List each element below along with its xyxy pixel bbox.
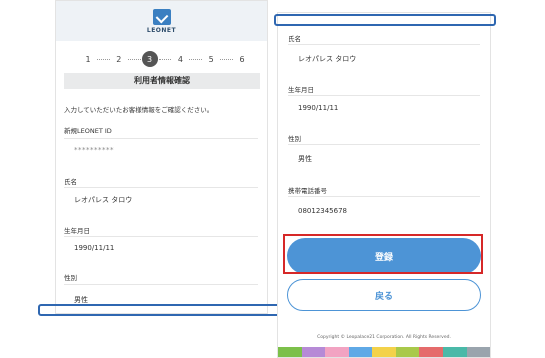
back-button[interactable]: 戻る: [287, 279, 481, 311]
register-button[interactable]: 登録: [287, 238, 481, 274]
field-value-leonet-id: **********: [74, 146, 114, 154]
section-title: 利用者情報確認: [64, 73, 260, 89]
logo-text: LEONET: [146, 26, 177, 34]
field-label-birthdate: 生年月日: [288, 86, 314, 94]
confirm-screen-right: 氏名 レオパレス タロウ 生年月日 1990/11/11 性別 男性 携帯電話番…: [277, 12, 491, 358]
leonet-logo-icon: [152, 8, 171, 25]
confirm-screen-left: LEONET 1 2 3 4 5 6 利用者情報確認 入力していただいたお客様情…: [55, 0, 268, 314]
step-6: 6: [239, 54, 245, 64]
copyright-text: Copyright © Leopalace21 Corporation. All…: [317, 335, 451, 340]
header-logo-bar: LEONET: [56, 1, 267, 41]
field-label-mobile: 携帯電話番号: [288, 187, 327, 195]
intro-text: 入力していただいたお客様情報をご確認ください。: [64, 106, 214, 114]
step-1: 1: [85, 54, 91, 64]
step-5: 5: [208, 54, 214, 64]
step-2: 2: [116, 54, 122, 64]
field-value-name: レオパレス タロウ: [298, 55, 357, 63]
field-label-gender: 性別: [288, 135, 301, 143]
field-label-name: 氏名: [288, 35, 301, 43]
field-value-name: レオパレス タロウ: [74, 196, 133, 204]
field-label-leonet-id: 新規LEONET ID: [64, 127, 112, 135]
field-label-name: 氏名: [64, 178, 77, 186]
field-value-birthdate: 1990/11/11: [74, 244, 115, 252]
field-label-birthdate: 生年月日: [64, 227, 90, 235]
field-value-gender: 男性: [298, 155, 312, 163]
field-value-birthdate: 1990/11/11: [298, 104, 339, 112]
redaction-scribble-top: [274, 14, 496, 26]
field-label-gender: 性別: [64, 274, 77, 282]
step-3-active: 3: [141, 51, 158, 67]
step-indicator: 1 2 3 4 5 6: [80, 51, 250, 67]
step-4: 4: [177, 54, 183, 64]
field-value-mobile: 08012345678: [298, 207, 347, 215]
redaction-scribble-bottom: [38, 304, 280, 316]
